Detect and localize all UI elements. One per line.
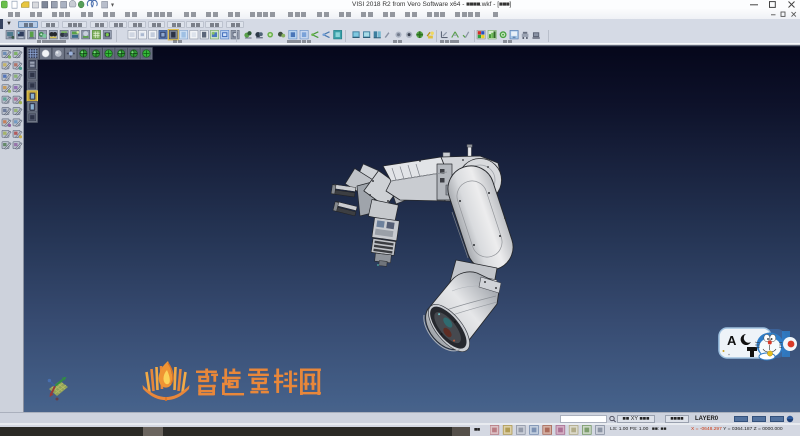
svg-text:A: A	[727, 333, 737, 348]
svg-text:▾: ▾	[111, 2, 115, 9]
